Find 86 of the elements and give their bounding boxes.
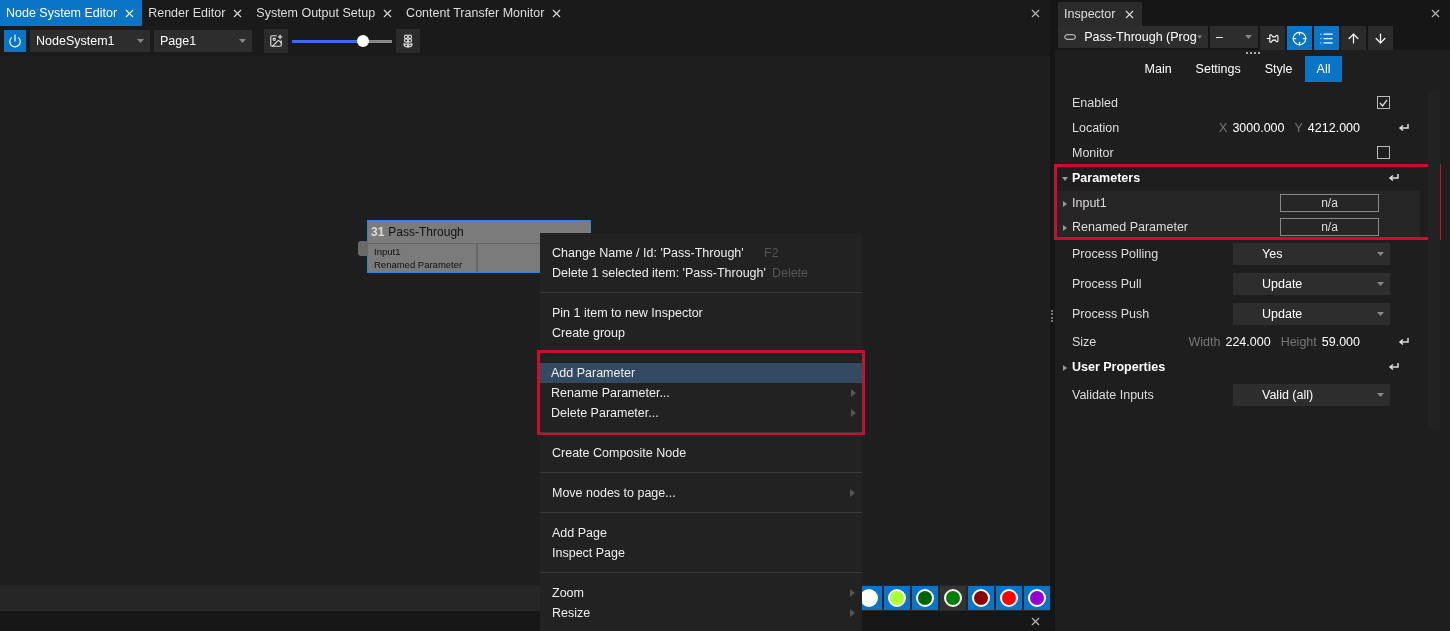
editor-tab[interactable]: Node System Editor bbox=[0, 0, 143, 26]
editor-tab[interactable]: Render Editor bbox=[142, 0, 251, 26]
submenu-arrow-icon bbox=[850, 589, 855, 597]
inspector-tab[interactable]: All bbox=[1304, 56, 1343, 82]
property-label: Monitor bbox=[1072, 145, 1115, 160]
property-label: Process Pull bbox=[1072, 277, 1143, 291]
parameter-label: Renamed Parameter bbox=[1072, 220, 1190, 234]
capsule-icon bbox=[1064, 33, 1077, 41]
property-label: Location bbox=[1072, 120, 1121, 135]
reset-arrow-icon[interactable] bbox=[1398, 122, 1410, 133]
dropdown[interactable]: Update bbox=[1233, 303, 1390, 325]
collapsed-triangle-icon[interactable] bbox=[1062, 225, 1068, 231]
reset-arrow-icon[interactable] bbox=[1388, 362, 1400, 372]
submenu-arrow-icon bbox=[851, 389, 856, 397]
collapsed-triangle-icon[interactable] bbox=[1062, 365, 1068, 371]
inspector-tab[interactable]: Inspector bbox=[1058, 2, 1143, 26]
menu-item[interactable]: Add Parameter bbox=[539, 363, 863, 383]
number-value[interactable]: 59.000 bbox=[1321, 334, 1360, 349]
expanded-triangle-icon[interactable] bbox=[1062, 176, 1068, 182]
submenu-arrow-icon bbox=[851, 409, 856, 417]
checkbox[interactable] bbox=[1377, 146, 1390, 159]
page-dropdown[interactable]: Page1 bbox=[154, 30, 252, 52]
image-icon[interactable] bbox=[264, 29, 288, 53]
caret-icon bbox=[1377, 312, 1384, 316]
value-field[interactable]: n/a bbox=[1280, 218, 1379, 236]
dropdown[interactable]: Yes bbox=[1233, 243, 1390, 265]
caret-icon bbox=[1377, 282, 1384, 286]
pin-icon[interactable] bbox=[1260, 26, 1285, 50]
node-number: 31 bbox=[371, 225, 385, 239]
menu-item[interactable]: Create group bbox=[540, 323, 862, 343]
menu-item[interactable]: Delete Parameter... bbox=[539, 403, 863, 423]
section-header[interactable]: Parameters bbox=[1072, 171, 1223, 185]
property-label: Process Push bbox=[1072, 307, 1151, 321]
caret-icon bbox=[1196, 35, 1202, 39]
caret-icon bbox=[137, 39, 144, 43]
up-icon[interactable] bbox=[1341, 26, 1366, 50]
property-label: Enabled bbox=[1072, 95, 1119, 110]
menu-item[interactable]: Pin 1 item to new Inspector bbox=[540, 303, 862, 323]
caret-icon bbox=[239, 39, 246, 43]
number-value[interactable]: 224.000 bbox=[1225, 334, 1271, 349]
property-label: Validate Inputs bbox=[1072, 388, 1155, 402]
flower-icon[interactable] bbox=[396, 29, 420, 53]
menu-item[interactable]: Move nodes to page... bbox=[540, 483, 862, 503]
dropdown[interactable]: Valid (all) bbox=[1233, 384, 1390, 406]
reset-arrow-icon[interactable] bbox=[1388, 173, 1400, 183]
node-system-dropdown[interactable]: NodeSystem1 bbox=[30, 30, 150, 52]
target-icon[interactable] bbox=[1287, 26, 1312, 50]
menu-item[interactable]: Rename Parameter... bbox=[539, 383, 863, 403]
editor-tab[interactable]: System Output Setup bbox=[250, 0, 401, 26]
checkbox[interactable] bbox=[1377, 96, 1390, 109]
menu-item[interactable]: Add Page bbox=[540, 523, 862, 543]
axis-label: Width bbox=[1188, 334, 1221, 349]
node-port[interactable] bbox=[358, 241, 368, 256]
section-header[interactable]: User Properties bbox=[1072, 360, 1223, 374]
parameter-label: Input1 bbox=[1072, 196, 1108, 210]
inspector-tab[interactable]: Settings bbox=[1183, 56, 1253, 82]
node-input-label: Renamed Parameter bbox=[374, 259, 464, 270]
reset-arrow-icon[interactable] bbox=[1398, 336, 1410, 347]
axis-label: Height bbox=[1280, 334, 1317, 349]
caret-icon bbox=[1377, 393, 1384, 397]
axis-label: Y bbox=[1294, 120, 1303, 135]
node-input-label: Input1 bbox=[374, 246, 402, 257]
axis-label: X bbox=[1219, 120, 1228, 135]
number-value[interactable]: 3000.000 bbox=[1232, 120, 1285, 135]
submenu-arrow-icon bbox=[850, 609, 855, 617]
menu-item[interactable]: Create Composite Node bbox=[540, 443, 862, 463]
inspector-tab[interactable]: Style bbox=[1252, 56, 1305, 82]
caret-icon bbox=[1377, 252, 1384, 256]
object-dropdown[interactable]: Pass-Through (Prog bbox=[1058, 26, 1208, 48]
property-label: Size bbox=[1072, 334, 1098, 349]
menu-item[interactable]: Resize bbox=[540, 603, 862, 623]
dash-dropdown[interactable]: – bbox=[1210, 26, 1258, 48]
submenu-arrow-icon bbox=[850, 489, 855, 497]
menu-item[interactable]: Inspect Page bbox=[540, 543, 862, 563]
down-icon[interactable] bbox=[1368, 26, 1393, 50]
value-field[interactable]: n/a bbox=[1280, 194, 1379, 212]
scrollbar[interactable] bbox=[1428, 90, 1440, 430]
slider-thumb[interactable] bbox=[357, 34, 369, 47]
property-label: Process Polling bbox=[1072, 247, 1160, 261]
node-title: Pass-Through bbox=[388, 225, 464, 239]
editor-tab[interactable]: Content Transfer Monitor bbox=[400, 0, 570, 26]
inspector-tab[interactable]: Main bbox=[1132, 56, 1184, 82]
collapsed-triangle-icon[interactable] bbox=[1062, 201, 1068, 207]
dropdown[interactable]: Update bbox=[1233, 273, 1390, 295]
number-value[interactable]: 4212.000 bbox=[1307, 120, 1360, 135]
caret-icon bbox=[1245, 35, 1252, 39]
